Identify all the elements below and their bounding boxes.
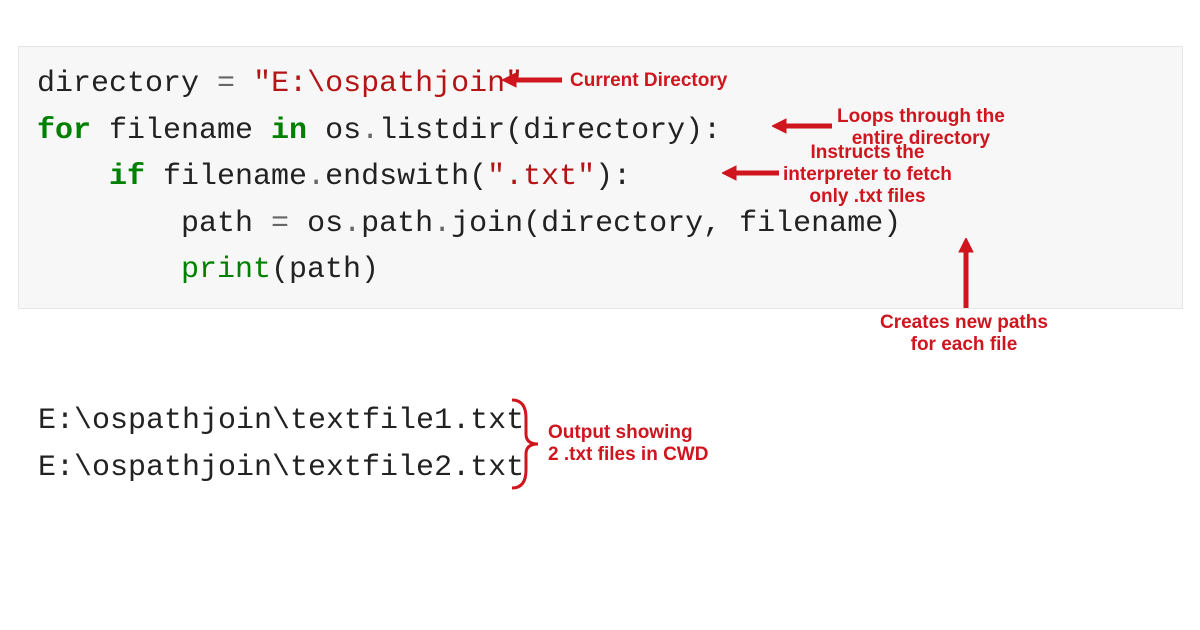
tok-keyword: for bbox=[37, 114, 91, 148]
annotation-text: Instructs the bbox=[810, 142, 924, 163]
tok-call: endswith( bbox=[325, 160, 487, 194]
arrow-left-icon bbox=[772, 118, 832, 134]
annotation-creates-paths: Creates new paths for each file bbox=[880, 312, 1048, 356]
annotation-current-directory: Current Directory bbox=[570, 70, 727, 92]
tok-var: path bbox=[361, 207, 433, 241]
tok-call: join(directory, filename) bbox=[451, 207, 901, 241]
tok-op: = bbox=[217, 67, 235, 101]
annotation-text: Output showing bbox=[548, 422, 693, 443]
annotation-instructs-interpreter: Instructs the interpreter to fetch only … bbox=[783, 142, 952, 208]
code-line-2: for filename in os.listdir(directory): bbox=[37, 114, 721, 148]
tok-dot: . bbox=[433, 207, 451, 241]
tok-string: ".txt" bbox=[487, 160, 595, 194]
annotation-text: 2 .txt files in CWD bbox=[548, 444, 708, 465]
arrow-left-icon bbox=[722, 165, 779, 181]
annotation-text: Creates new paths bbox=[880, 312, 1048, 333]
tok-dot: . bbox=[343, 207, 361, 241]
annotation-text: Current Directory bbox=[570, 70, 727, 91]
output-line-1: E:\ospathjoin\textfile1.txt bbox=[38, 404, 524, 438]
output-line-2: E:\ospathjoin\textfile2.txt bbox=[38, 451, 524, 485]
output-content: E:\ospathjoin\textfile1.txt E:\ospathjoi… bbox=[38, 398, 524, 491]
tok-call: (path) bbox=[271, 253, 379, 287]
annotation-text: for each file bbox=[911, 334, 1018, 355]
tok-indent bbox=[37, 160, 109, 194]
tok-space bbox=[235, 67, 253, 101]
tok-var: directory bbox=[37, 67, 217, 101]
tok-op: = bbox=[271, 207, 289, 241]
tok-var: os bbox=[289, 207, 343, 241]
code-line-3: if filename.endswith(".txt"): bbox=[37, 160, 631, 194]
annotation-text: interpreter to fetch bbox=[783, 164, 952, 185]
arrow-up-icon bbox=[958, 238, 974, 308]
output-block: E:\ospathjoin\textfile1.txt E:\ospathjoi… bbox=[38, 398, 524, 491]
tok-func: print bbox=[181, 253, 271, 287]
code-line-1: directory = "E:\ospathjoin" bbox=[37, 67, 523, 101]
code-line-4: path = os.path.join(directory, filename) bbox=[37, 207, 901, 241]
code-line-5: print(path) bbox=[37, 253, 379, 287]
tok-var: filename bbox=[91, 114, 271, 148]
tok-keyword: in bbox=[271, 114, 307, 148]
annotation-text: Loops through the bbox=[837, 106, 1005, 127]
tok-var: os bbox=[307, 114, 361, 148]
tok-dot: . bbox=[361, 114, 379, 148]
tok-indent bbox=[37, 253, 181, 287]
code-content: directory = "E:\ospathjoin" for filename… bbox=[37, 61, 1164, 294]
brace-icon bbox=[510, 398, 540, 490]
annotation-text: only .txt files bbox=[809, 186, 925, 207]
tok-var: path bbox=[181, 207, 271, 241]
tok-call: listdir(directory): bbox=[379, 114, 721, 148]
tok-dot: . bbox=[307, 160, 325, 194]
tok-close: ): bbox=[595, 160, 631, 194]
tok-indent bbox=[37, 207, 181, 241]
tok-var: filename bbox=[145, 160, 307, 194]
tok-string: "E:\ospathjoin" bbox=[253, 67, 523, 101]
arrow-left-icon bbox=[502, 72, 562, 88]
annotation-output-showing: Output showing 2 .txt files in CWD bbox=[548, 422, 708, 466]
tok-keyword: if bbox=[109, 160, 145, 194]
